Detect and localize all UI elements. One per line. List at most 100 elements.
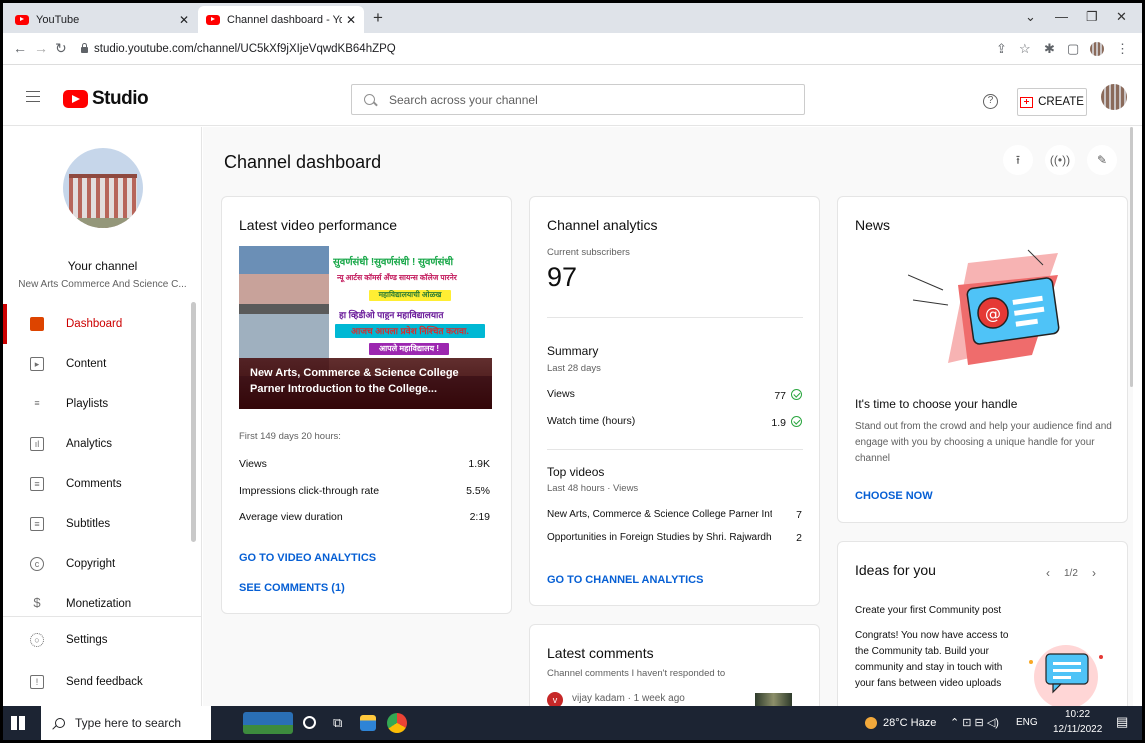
youtube-logo-icon [63,90,88,108]
restore-icon[interactable]: ❐ [1086,9,1098,25]
top-video-title[interactable]: Opportunities in Foreign Studies by Shri… [547,532,772,543]
sidebar-item-analytics[interactable]: ıl Analytics [3,424,189,464]
tab-title: Channel dashboard - YouTube St [227,13,342,26]
summary-period: Last 28 days [547,363,601,374]
video-thumbnail[interactable]: सुवर्णसंधी !सुवर्णसंधी ! सुवर्णसंधी न्यू… [239,246,492,409]
youtube-favicon-icon [206,14,220,25]
new-tab-button[interactable]: + [373,8,383,28]
comments-icon: ≡ [30,477,44,491]
handle-illustration-icon: @ [908,249,1060,365]
upload-icon[interactable]: ⭱ [1003,145,1033,175]
go-to-video-analytics-link[interactable]: GO TO VIDEO ANALYTICS [239,552,376,564]
file-explorer-icon[interactable] [360,715,376,731]
search-placeholder: Search across your channel [389,92,538,107]
sidebar-item-subtitles[interactable]: ≡ Subtitles [3,504,189,544]
thumbnail-caption-line: Parner Introduction to the College... [250,383,438,395]
top-videos-title: Top videos [547,465,605,479]
sidebar-scrollbar[interactable] [191,302,196,542]
browser-menu-icon[interactable]: ⋮ [1116,41,1129,57]
top-video-title[interactable]: New Arts, Commerce & Science College Par… [547,509,772,520]
top-videos-period: Last 48 hours · Views [547,483,639,494]
create-post-icon[interactable]: ✎ [1087,145,1117,175]
thumbnail-text-panel: सुवर्णसंधी !सुवर्णसंधी ! सुवर्णसंधी न्यू… [329,246,492,376]
sidebar-item-content[interactable]: ▸ Content [3,344,189,384]
sidebar-item-send-feedback[interactable]: ! Send feedback [3,662,189,702]
thumbnail-caption: New Arts, Commerce & Science College Par… [239,358,492,409]
clock-time[interactable]: 10:22 [1065,709,1090,720]
sidebar-item-dashboard[interactable]: Dashboard [3,304,189,344]
sidebar-item-comments[interactable]: ≡ Comments [3,464,189,504]
thumbnail-line: सुवर्णसंधी !सुवर्णसंधी ! सुवर्णसंधी [333,257,454,268]
close-icon[interactable]: ✕ [346,13,356,27]
comments-subtitle: Channel comments I haven't responded to [547,668,726,679]
language-indicator[interactable]: ENG [1016,717,1038,728]
minimize-icon[interactable]: — [1055,9,1068,24]
svg-text:@: @ [985,304,1001,323]
extensions-icon[interactable]: ✱ [1044,41,1055,57]
choose-now-link[interactable]: CHOOSE NOW [855,490,933,502]
taskbar-search-input[interactable]: Type here to search [41,706,211,740]
go-to-channel-analytics-link[interactable]: GO TO CHANNEL ANALYTICS [547,574,703,586]
chevron-right-icon[interactable]: › [1092,566,1096,580]
commenter-avatar[interactable]: v [547,692,563,706]
card-title: Latest video performance [239,217,397,233]
forward-icon[interactable]: → [34,40,48,56]
summary-value-row: 1.9 [771,415,802,429]
widgets-landscape-icon[interactable] [243,712,293,734]
sidebar-item-label: Playlists [66,398,109,410]
notifications-icon[interactable]: ▤ [1116,714,1128,730]
sidebar-item-settings[interactable]: ○ Settings [3,620,189,660]
card-title: News [855,217,891,233]
profile-avatar[interactable] [1090,42,1104,56]
monetization-icon: $ [33,595,41,610]
url-field[interactable]: studio.youtube.com/channel/UC5kXf9jXIjeV… [81,37,961,61]
ideas-pager: 1/2 [1064,568,1078,579]
comment-author[interactable]: vijay kadam · 1 week ago [572,693,685,704]
see-comments-link[interactable]: SEE COMMENTS (1) [239,582,345,594]
chevron-left-icon[interactable]: ‹ [1046,566,1050,580]
create-button[interactable]: CREATE [1017,88,1087,116]
window-close-icon[interactable]: ✕ [1116,9,1127,25]
search-icon [364,94,375,105]
weather-haze-icon [865,717,877,729]
chrome-icon[interactable] [387,713,407,733]
task-view-icon[interactable]: ⧉ [333,715,342,731]
summary-title: Summary [547,344,599,358]
tab-search-chevron-icon[interactable]: ⌄ [1025,9,1036,25]
summary-label: Watch time (hours) [547,415,636,427]
comment-video-thumbnail[interactable] [755,693,792,706]
share-icon[interactable]: ⇪ [996,41,1007,57]
divider [547,449,803,450]
thumbnail-line: न्यू आर्टस कॉमर्स अँण्ड सायन्स कॉलेज पार… [337,273,457,282]
close-icon[interactable]: ✕ [179,13,189,27]
bookmark-star-icon[interactable]: ☆ [1019,41,1031,57]
clock-date[interactable]: 12/11/2022 [1053,724,1102,735]
weather-text[interactable]: 28°C Haze [883,717,936,729]
top-video-views: 2 [796,532,802,544]
sidebar-item-label: Analytics [66,438,113,450]
side-panel-icon[interactable]: ▢ [1067,41,1079,57]
sidebar-item-label: Dashboard [66,318,123,330]
reload-icon[interactable]: ↻ [55,40,67,57]
studio-logo[interactable]: Studio [63,88,149,110]
sidebar-item-playlists[interactable]: ≡ Playlists [3,384,189,424]
sidebar-item-monetization[interactable]: $ Monetization [3,584,189,624]
tab-channel-dashboard[interactable]: Channel dashboard - YouTube St ✕ [198,6,364,33]
back-icon[interactable]: ← [13,40,27,56]
news-headline: It's time to choose your handle [855,397,1018,411]
help-icon[interactable]: ? [983,94,998,109]
sidebar-item-label: Comments [66,478,122,490]
hamburger-menu-icon[interactable] [26,91,40,102]
cortana-icon[interactable] [303,716,316,729]
account-avatar[interactable] [1101,84,1127,110]
system-tray-icons[interactable]: ⌃ ⊡ ⊟ ◁) [950,716,999,729]
tab-youtube[interactable]: YouTube ✕ [7,6,197,33]
sidebar-item-copyright[interactable]: c Copyright [3,544,189,584]
windows-taskbar: Type here to search ⧉ 28°C Haze ⌃ ⊡ ⊟ ◁)… [3,706,1142,740]
channel-avatar[interactable] [63,148,143,228]
search-input[interactable]: Search across your channel [351,84,805,115]
main-scrollbar[interactable] [1130,127,1133,387]
feedback-icon: ! [30,675,44,689]
go-live-icon[interactable]: ((•)) [1045,145,1075,175]
windows-start-icon[interactable] [11,716,25,730]
